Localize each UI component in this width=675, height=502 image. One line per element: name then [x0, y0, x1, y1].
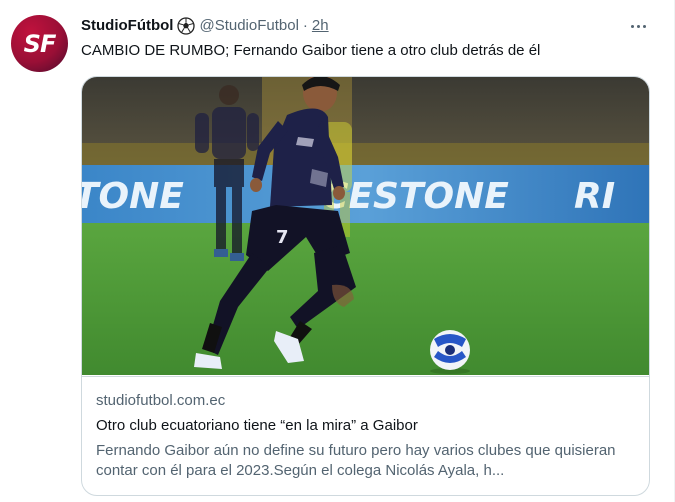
tweet[interactable]: SF StudioFútbol @StudioFutbol · 2h CAMBI…: [0, 0, 675, 502]
soccer-ball-icon: [177, 17, 196, 35]
tweet-timestamp[interactable]: 2h: [312, 16, 329, 36]
more-options-button[interactable]: [626, 16, 650, 36]
card-body[interactable]: studiofutbol.com.ec Otro club ecuatorian…: [82, 376, 649, 495]
card-domain: studiofutbol.com.ec: [96, 392, 226, 409]
avatar[interactable]: SF: [11, 15, 68, 72]
more-dot-icon: [630, 24, 634, 28]
link-preview-card[interactable]: TONE CESTONE RI 7 studiofutbol.com.ec Ot…: [81, 76, 650, 496]
more-dot-icon: [636, 24, 640, 28]
ad-board-text-left: TONE: [82, 176, 184, 217]
card-description: Fernando Gaibor aún no define su futuro …: [96, 442, 616, 479]
jersey-number: 7: [276, 227, 289, 248]
ad-board-text-right: RI: [574, 176, 615, 217]
football-photo: TONE CESTONE RI 7: [82, 77, 649, 375]
separator-dot: ·: [302, 17, 308, 34]
tweet-text: CAMBIO DE RUMBO; Fernando Gaibor tiene a…: [81, 42, 541, 59]
avatar-logo-text: SF: [23, 29, 57, 58]
more-dot-icon: [642, 24, 646, 28]
display-name[interactable]: StudioFútbol: [81, 16, 173, 36]
card-title: Otro club ecuatoriano tiene “en la mira”…: [96, 417, 418, 434]
user-handle[interactable]: @StudioFutbol: [199, 16, 298, 36]
tweet-header: StudioFútbol @StudioFutbol · 2h: [81, 16, 329, 36]
card-image[interactable]: TONE CESTONE RI 7: [82, 77, 649, 375]
